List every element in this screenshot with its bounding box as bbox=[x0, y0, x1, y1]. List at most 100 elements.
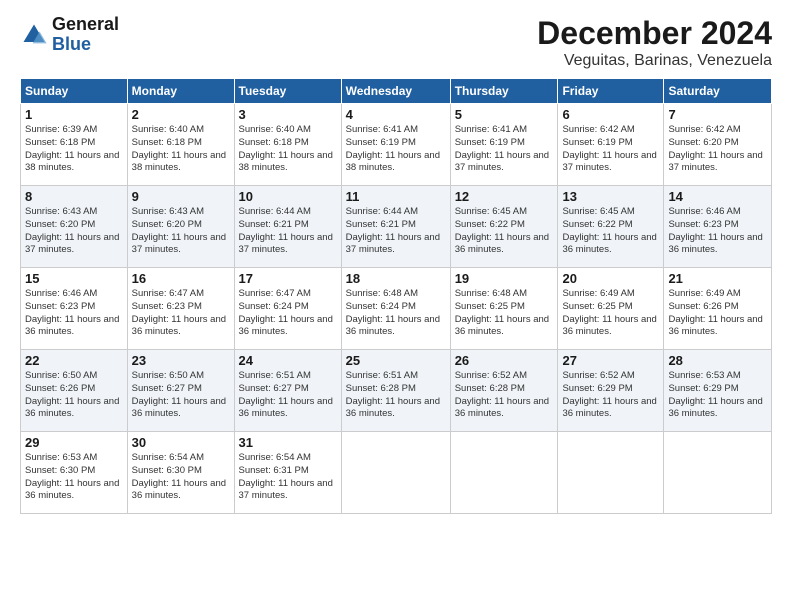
day-number: 22 bbox=[25, 353, 123, 368]
day-number: 30 bbox=[132, 435, 230, 450]
day-info: Sunrise: 6:43 AMSunset: 6:20 PMDaylight:… bbox=[25, 206, 119, 255]
day-info: Sunrise: 6:40 AMSunset: 6:18 PMDaylight:… bbox=[132, 124, 226, 173]
day-number: 31 bbox=[239, 435, 337, 450]
table-row: 13 Sunrise: 6:45 AMSunset: 6:22 PMDaylig… bbox=[558, 186, 664, 268]
day-number: 7 bbox=[668, 107, 767, 122]
table-row: 29 Sunrise: 6:53 AMSunset: 6:30 PMDaylig… bbox=[21, 432, 128, 514]
day-number: 15 bbox=[25, 271, 123, 286]
day-number: 10 bbox=[239, 189, 337, 204]
day-number: 9 bbox=[132, 189, 230, 204]
location-subtitle: Veguitas, Barinas, Venezuela bbox=[537, 52, 772, 70]
col-monday: Monday bbox=[127, 79, 234, 104]
day-number: 27 bbox=[562, 353, 659, 368]
day-info: Sunrise: 6:49 AMSunset: 6:26 PMDaylight:… bbox=[668, 288, 762, 337]
table-row: 20 Sunrise: 6:49 AMSunset: 6:25 PMDaylig… bbox=[558, 268, 664, 350]
day-number: 4 bbox=[346, 107, 446, 122]
day-info: Sunrise: 6:44 AMSunset: 6:21 PMDaylight:… bbox=[346, 206, 440, 255]
day-number: 1 bbox=[25, 107, 123, 122]
table-row: 7 Sunrise: 6:42 AMSunset: 6:20 PMDayligh… bbox=[664, 104, 772, 186]
logo: General Blue bbox=[20, 15, 119, 55]
table-row: 8 Sunrise: 6:43 AMSunset: 6:20 PMDayligh… bbox=[21, 186, 128, 268]
table-row: 12 Sunrise: 6:45 AMSunset: 6:22 PMDaylig… bbox=[450, 186, 558, 268]
day-number: 3 bbox=[239, 107, 337, 122]
table-row: 1 Sunrise: 6:39 AMSunset: 6:18 PMDayligh… bbox=[21, 104, 128, 186]
day-info: Sunrise: 6:50 AMSunset: 6:27 PMDaylight:… bbox=[132, 370, 226, 419]
day-info: Sunrise: 6:46 AMSunset: 6:23 PMDaylight:… bbox=[25, 288, 119, 337]
logo-text: General Blue bbox=[52, 15, 119, 55]
day-info: Sunrise: 6:44 AMSunset: 6:21 PMDaylight:… bbox=[239, 206, 333, 255]
day-info: Sunrise: 6:45 AMSunset: 6:22 PMDaylight:… bbox=[455, 206, 549, 255]
table-row: 16 Sunrise: 6:47 AMSunset: 6:23 PMDaylig… bbox=[127, 268, 234, 350]
day-info: Sunrise: 6:46 AMSunset: 6:23 PMDaylight:… bbox=[668, 206, 762, 255]
day-number: 19 bbox=[455, 271, 554, 286]
day-info: Sunrise: 6:43 AMSunset: 6:20 PMDaylight:… bbox=[132, 206, 226, 255]
day-info: Sunrise: 6:47 AMSunset: 6:23 PMDaylight:… bbox=[132, 288, 226, 337]
calendar-week-row: 29 Sunrise: 6:53 AMSunset: 6:30 PMDaylig… bbox=[21, 432, 772, 514]
calendar-week-row: 15 Sunrise: 6:46 AMSunset: 6:23 PMDaylig… bbox=[21, 268, 772, 350]
day-info: Sunrise: 6:45 AMSunset: 6:22 PMDaylight:… bbox=[562, 206, 656, 255]
month-title: December 2024 bbox=[537, 15, 772, 52]
table-row: 10 Sunrise: 6:44 AMSunset: 6:21 PMDaylig… bbox=[234, 186, 341, 268]
day-number: 8 bbox=[25, 189, 123, 204]
table-row bbox=[450, 432, 558, 514]
day-number: 11 bbox=[346, 189, 446, 204]
day-info: Sunrise: 6:54 AMSunset: 6:30 PMDaylight:… bbox=[132, 452, 226, 501]
table-row: 5 Sunrise: 6:41 AMSunset: 6:19 PMDayligh… bbox=[450, 104, 558, 186]
table-row: 23 Sunrise: 6:50 AMSunset: 6:27 PMDaylig… bbox=[127, 350, 234, 432]
day-info: Sunrise: 6:50 AMSunset: 6:26 PMDaylight:… bbox=[25, 370, 119, 419]
calendar-week-row: 8 Sunrise: 6:43 AMSunset: 6:20 PMDayligh… bbox=[21, 186, 772, 268]
table-row: 11 Sunrise: 6:44 AMSunset: 6:21 PMDaylig… bbox=[341, 186, 450, 268]
day-number: 29 bbox=[25, 435, 123, 450]
day-number: 26 bbox=[455, 353, 554, 368]
day-number: 14 bbox=[668, 189, 767, 204]
table-row: 30 Sunrise: 6:54 AMSunset: 6:30 PMDaylig… bbox=[127, 432, 234, 514]
day-info: Sunrise: 6:40 AMSunset: 6:18 PMDaylight:… bbox=[239, 124, 333, 173]
day-info: Sunrise: 6:42 AMSunset: 6:19 PMDaylight:… bbox=[562, 124, 656, 173]
day-number: 24 bbox=[239, 353, 337, 368]
table-row: 4 Sunrise: 6:41 AMSunset: 6:19 PMDayligh… bbox=[341, 104, 450, 186]
title-block: December 2024 Veguitas, Barinas, Venezue… bbox=[537, 15, 772, 70]
day-info: Sunrise: 6:41 AMSunset: 6:19 PMDaylight:… bbox=[346, 124, 440, 173]
table-row: 17 Sunrise: 6:47 AMSunset: 6:24 PMDaylig… bbox=[234, 268, 341, 350]
header: General Blue December 2024 Veguitas, Bar… bbox=[20, 15, 772, 70]
day-info: Sunrise: 6:42 AMSunset: 6:20 PMDaylight:… bbox=[668, 124, 762, 173]
table-row: 6 Sunrise: 6:42 AMSunset: 6:19 PMDayligh… bbox=[558, 104, 664, 186]
day-info: Sunrise: 6:53 AMSunset: 6:30 PMDaylight:… bbox=[25, 452, 119, 501]
day-number: 12 bbox=[455, 189, 554, 204]
table-row: 22 Sunrise: 6:50 AMSunset: 6:26 PMDaylig… bbox=[21, 350, 128, 432]
table-row: 27 Sunrise: 6:52 AMSunset: 6:29 PMDaylig… bbox=[558, 350, 664, 432]
calendar-week-row: 22 Sunrise: 6:50 AMSunset: 6:26 PMDaylig… bbox=[21, 350, 772, 432]
table-row: 24 Sunrise: 6:51 AMSunset: 6:27 PMDaylig… bbox=[234, 350, 341, 432]
table-row: 26 Sunrise: 6:52 AMSunset: 6:28 PMDaylig… bbox=[450, 350, 558, 432]
day-number: 16 bbox=[132, 271, 230, 286]
day-info: Sunrise: 6:47 AMSunset: 6:24 PMDaylight:… bbox=[239, 288, 333, 337]
table-row: 28 Sunrise: 6:53 AMSunset: 6:29 PMDaylig… bbox=[664, 350, 772, 432]
col-friday: Friday bbox=[558, 79, 664, 104]
day-number: 18 bbox=[346, 271, 446, 286]
day-info: Sunrise: 6:51 AMSunset: 6:28 PMDaylight:… bbox=[346, 370, 440, 419]
logo-icon bbox=[20, 21, 48, 49]
day-info: Sunrise: 6:54 AMSunset: 6:31 PMDaylight:… bbox=[239, 452, 333, 501]
table-row: 15 Sunrise: 6:46 AMSunset: 6:23 PMDaylig… bbox=[21, 268, 128, 350]
table-row: 14 Sunrise: 6:46 AMSunset: 6:23 PMDaylig… bbox=[664, 186, 772, 268]
table-row bbox=[664, 432, 772, 514]
day-info: Sunrise: 6:39 AMSunset: 6:18 PMDaylight:… bbox=[25, 124, 119, 173]
day-number: 6 bbox=[562, 107, 659, 122]
col-sunday: Sunday bbox=[21, 79, 128, 104]
table-row: 21 Sunrise: 6:49 AMSunset: 6:26 PMDaylig… bbox=[664, 268, 772, 350]
day-number: 5 bbox=[455, 107, 554, 122]
day-info: Sunrise: 6:49 AMSunset: 6:25 PMDaylight:… bbox=[562, 288, 656, 337]
day-info: Sunrise: 6:53 AMSunset: 6:29 PMDaylight:… bbox=[668, 370, 762, 419]
day-number: 28 bbox=[668, 353, 767, 368]
page: General Blue December 2024 Veguitas, Bar… bbox=[0, 0, 792, 612]
calendar-table: Sunday Monday Tuesday Wednesday Thursday… bbox=[20, 78, 772, 514]
day-info: Sunrise: 6:48 AMSunset: 6:24 PMDaylight:… bbox=[346, 288, 440, 337]
table-row: 3 Sunrise: 6:40 AMSunset: 6:18 PMDayligh… bbox=[234, 104, 341, 186]
table-row bbox=[558, 432, 664, 514]
calendar-week-row: 1 Sunrise: 6:39 AMSunset: 6:18 PMDayligh… bbox=[21, 104, 772, 186]
col-thursday: Thursday bbox=[450, 79, 558, 104]
col-saturday: Saturday bbox=[664, 79, 772, 104]
table-row: 25 Sunrise: 6:51 AMSunset: 6:28 PMDaylig… bbox=[341, 350, 450, 432]
calendar-header-row: Sunday Monday Tuesday Wednesday Thursday… bbox=[21, 79, 772, 104]
day-number: 2 bbox=[132, 107, 230, 122]
